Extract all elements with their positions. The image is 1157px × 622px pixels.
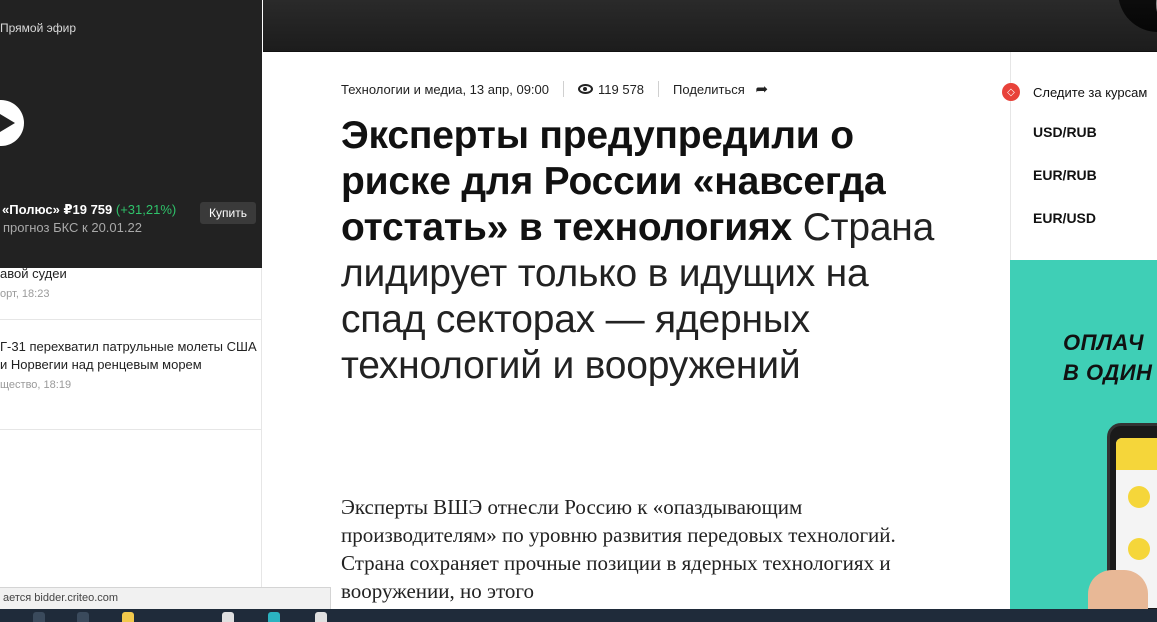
news-item[interactable]: авой судеи орт, 18:23 xyxy=(0,262,262,320)
left-sidebar: Прямой эфир «Полюс» ₽19 759 (+31,21%) пр… xyxy=(0,0,262,622)
views-count: 119 578 xyxy=(598,81,645,97)
live-label: Прямой эфир xyxy=(0,21,76,35)
buy-button[interactable]: Купить xyxy=(200,202,256,224)
browser-status-url: ается bidder.criteo.com xyxy=(0,587,331,609)
side-ad-banner[interactable]: ОПЛАЧ В ОДИН xyxy=(1010,260,1157,610)
article-category-date[interactable]: Технологии и медиа, 13 апр, 09:00 xyxy=(341,82,549,97)
news-title[interactable]: авой судеи xyxy=(0,265,262,283)
phone-app-bar xyxy=(1116,438,1157,470)
taskbar-icon[interactable] xyxy=(77,612,89,622)
currency-rates-widget: ◇ Следите за курсам USD/RUB EUR/RUB EUR/… xyxy=(1002,52,1157,260)
play-icon[interactable] xyxy=(0,100,24,146)
taskbar-icon[interactable] xyxy=(33,612,45,622)
article-lead: Эксперты ВШЭ отнесли Россию к «опаздываю… xyxy=(341,495,896,603)
rates-header[interactable]: ◇ Следите за курсам xyxy=(1002,83,1147,101)
rate-usd-rub[interactable]: USD/RUB xyxy=(1033,124,1097,140)
share-label[interactable]: Поделиться xyxy=(673,82,745,97)
hand-image xyxy=(1088,570,1148,610)
meta-divider xyxy=(563,81,564,97)
news-item[interactable]: Г-31 перехватил патрульные молеты США и … xyxy=(0,320,262,430)
taskbar-icon[interactable] xyxy=(222,612,234,622)
follow-icon: ◇ xyxy=(1002,83,1020,101)
share-button[interactable]: Поделиться ➦ xyxy=(673,82,768,97)
folder-icon[interactable] xyxy=(122,612,134,622)
taskbar-icon[interactable] xyxy=(268,612,280,622)
rates-header-label[interactable]: Следите за курсам xyxy=(1033,85,1147,100)
ad-line: ОПЛАЧ xyxy=(1063,330,1144,355)
car-image xyxy=(1118,0,1157,32)
meta-divider xyxy=(658,81,660,97)
share-icon[interactable]: ➦ xyxy=(755,82,768,97)
news-title[interactable]: Г-31 перехватил патрульные молеты США и … xyxy=(0,338,262,374)
app-icon xyxy=(1128,486,1150,508)
news-meta: орт, 18:23 xyxy=(0,288,50,300)
wifi-icon xyxy=(1128,538,1150,560)
live-broadcast-widget: Прямой эфир «Полюс» ₽19 759 (+31,21%) пр… xyxy=(0,0,262,268)
eye-icon xyxy=(578,84,593,94)
rate-eur-usd[interactable]: EUR/USD xyxy=(1033,210,1096,226)
article-headline: Эксперты предупредили о риске для России… xyxy=(341,113,941,389)
os-taskbar xyxy=(0,609,1157,622)
ad-line: В ОДИН xyxy=(1063,360,1153,385)
news-meta: щество, 18:19 xyxy=(0,379,72,391)
top-ad-banner[interactable] xyxy=(263,0,1157,52)
stock-quote[interactable]: «Полюс» ₽19 759 (+31,21%) xyxy=(2,202,176,218)
stock-name: «Полюс» ₽19 759 xyxy=(2,202,113,217)
article-meta: Технологии и медиа, 13 апр, 09:00 119 57… xyxy=(341,80,768,98)
stock-change: (+31,21%) xyxy=(115,202,177,217)
browser-icon[interactable] xyxy=(315,612,327,622)
rate-eur-rub[interactable]: EUR/RUB xyxy=(1033,167,1097,183)
ad-headline: ОПЛАЧ В ОДИН xyxy=(1063,328,1152,388)
stock-forecast: прогноз БКС к 20.01.22 xyxy=(3,220,142,235)
